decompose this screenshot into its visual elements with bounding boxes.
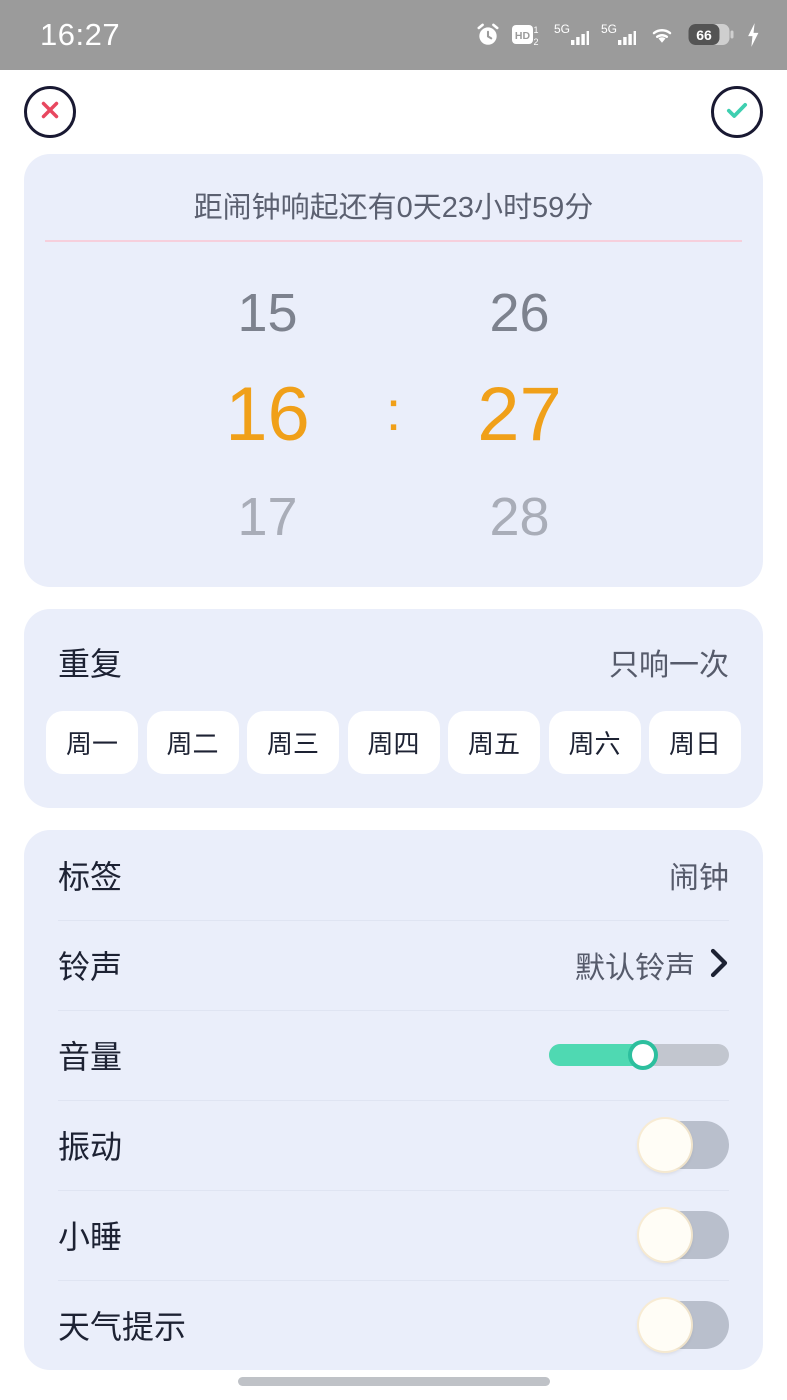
signal-5g-sim1-icon: 5G bbox=[553, 21, 589, 49]
vibrate-toggle-thumb bbox=[639, 1119, 691, 1171]
weekday-chip-mon[interactable]: 周一 bbox=[46, 711, 138, 774]
status-bar-icons: HD 1 2 5G 5G 66 bbox=[475, 21, 761, 49]
volume-row-title: 音量 bbox=[58, 1039, 123, 1075]
hour-wheel[interactable]: 15 16 17 bbox=[178, 271, 358, 559]
home-indicator[interactable] bbox=[237, 1377, 550, 1386]
repeat-card: 重复 只响一次 周一 周二 周三 周四 周五 周六 周日 bbox=[24, 609, 763, 808]
setting-row-snooze[interactable]: 小睡 bbox=[58, 1190, 729, 1280]
minute-wheel[interactable]: 26 27 28 bbox=[430, 271, 610, 559]
time-picker[interactable]: 15 16 17 : 26 27 28 bbox=[24, 242, 763, 587]
weekday-chip-tue[interactable]: 周二 bbox=[146, 711, 239, 774]
time-colon: : bbox=[385, 378, 402, 442]
hour-selected[interactable]: 16 bbox=[178, 355, 358, 475]
charging-bolt-icon bbox=[745, 22, 761, 48]
svg-text:5G: 5G bbox=[601, 22, 617, 36]
setting-row-label[interactable]: 标签 闹钟 bbox=[58, 830, 729, 920]
svg-text:1: 1 bbox=[533, 25, 538, 35]
battery-level-text: 66 bbox=[696, 27, 712, 43]
weekday-chip-wed[interactable]: 周三 bbox=[247, 711, 339, 774]
close-x-icon bbox=[37, 97, 63, 128]
vibrate-row-title: 振动 bbox=[58, 1129, 123, 1165]
snooze-toggle[interactable] bbox=[639, 1209, 729, 1261]
time-separator-column: : bbox=[358, 271, 430, 559]
weekday-chip-sat[interactable]: 周六 bbox=[548, 711, 641, 774]
setting-row-vibrate[interactable]: 振动 bbox=[58, 1100, 729, 1190]
ringtone-row-value[interactable]: 默认铃声 bbox=[575, 943, 695, 987]
minute-next[interactable]: 28 bbox=[430, 475, 610, 559]
countdown-text: 距闹钟响起还有0天23小时59分 bbox=[193, 192, 594, 224]
label-row-control[interactable]: 闹钟 bbox=[669, 853, 729, 897]
weekday-chip-group: 周一 周二 周三 周四 周五 周六 周日 bbox=[24, 697, 763, 808]
cancel-button[interactable] bbox=[24, 86, 76, 138]
setting-row-volume[interactable]: 音量 bbox=[58, 1010, 729, 1100]
volume-slider[interactable] bbox=[549, 1040, 729, 1070]
weather-toggle-thumb bbox=[639, 1299, 691, 1351]
label-row-value[interactable]: 闹钟 bbox=[669, 853, 729, 897]
repeat-row[interactable]: 重复 只响一次 bbox=[24, 609, 763, 697]
chevron-right-icon bbox=[709, 948, 729, 983]
snooze-row-title: 小睡 bbox=[58, 1219, 123, 1255]
signal-5g-sim2-icon: 5G bbox=[600, 21, 636, 49]
minute-previous[interactable]: 26 bbox=[430, 271, 610, 355]
weekday-chip-thu[interactable]: 周四 bbox=[347, 711, 440, 774]
svg-text:5G: 5G bbox=[554, 22, 570, 36]
snooze-toggle-thumb bbox=[639, 1209, 691, 1261]
editor-header bbox=[0, 70, 787, 154]
repeat-label: 重复 bbox=[58, 646, 123, 682]
weather-row-title: 天气提示 bbox=[58, 1309, 187, 1345]
ringtone-row-control[interactable]: 默认铃声 bbox=[575, 943, 729, 987]
ringtone-row-title: 铃声 bbox=[58, 949, 123, 985]
wifi-icon bbox=[647, 22, 677, 48]
check-icon bbox=[723, 96, 751, 129]
battery-icon: 66 bbox=[688, 22, 734, 48]
svg-text:2: 2 bbox=[533, 37, 538, 47]
label-row-title: 标签 bbox=[58, 859, 123, 895]
status-bar: 16:27 HD 1 2 5G 5G 66 bbox=[0, 0, 787, 70]
weather-toggle[interactable] bbox=[639, 1299, 729, 1351]
volte-hd-icon: HD 1 2 bbox=[512, 22, 542, 48]
setting-row-weather[interactable]: 天气提示 bbox=[58, 1280, 729, 1370]
settings-card: 标签 闹钟 铃声 默认铃声 音量 振动 小睡 天气提示 bbox=[24, 830, 763, 1370]
confirm-button[interactable] bbox=[711, 86, 763, 138]
repeat-value[interactable]: 只响一次 bbox=[609, 640, 729, 684]
volume-slider-thumb[interactable] bbox=[627, 1040, 658, 1070]
time-card: 距闹钟响起还有0天23小时59分 15 16 17 : 26 27 28 bbox=[24, 154, 763, 587]
vibrate-toggle[interactable] bbox=[639, 1119, 729, 1171]
weekday-chip-sun[interactable]: 周日 bbox=[649, 711, 741, 774]
minute-selected[interactable]: 27 bbox=[430, 355, 610, 475]
setting-row-ringtone[interactable]: 铃声 默认铃声 bbox=[58, 920, 729, 1010]
alarm-icon bbox=[475, 22, 501, 48]
status-bar-clock: 16:27 bbox=[40, 17, 121, 52]
hour-next[interactable]: 17 bbox=[178, 475, 358, 559]
weekday-chip-fri[interactable]: 周五 bbox=[448, 711, 540, 774]
svg-text:HD: HD bbox=[515, 30, 531, 42]
hour-previous[interactable]: 15 bbox=[178, 271, 358, 355]
